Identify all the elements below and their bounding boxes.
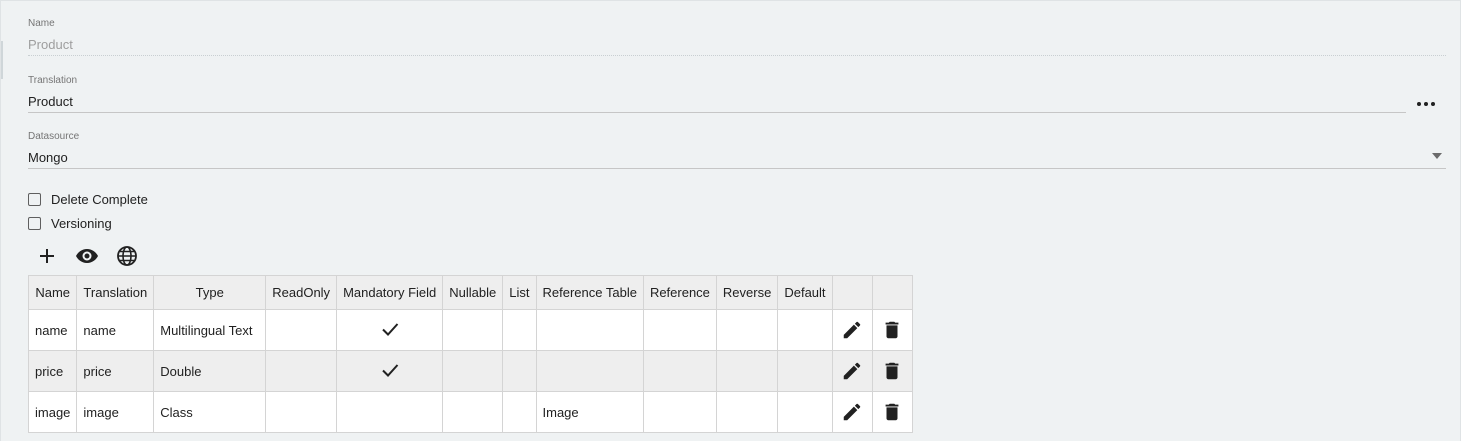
column-header-translation[interactable]: Translation (76, 275, 155, 310)
cell-name: image (27, 391, 78, 433)
versioning-option[interactable]: Versioning (28, 214, 112, 232)
cell-reference (642, 309, 717, 351)
name-field: Name Product (28, 18, 73, 53)
delete-cell (871, 309, 913, 351)
name-field-label: Name (28, 18, 55, 29)
cell-list (502, 391, 537, 433)
datasource-field-underline (28, 168, 1446, 169)
delete-complete-checkbox[interactable] (28, 192, 41, 206)
datasource-field-value[interactable]: Mongo (28, 150, 79, 166)
column-header-default[interactable]: Default (777, 275, 833, 310)
globe-icon (117, 246, 137, 266)
cell-type: Multilingual Text (153, 309, 267, 351)
delete-cell (871, 350, 913, 392)
panel-edge-marker (1, 41, 3, 79)
delete-complete-option[interactable]: Delete Complete (28, 190, 148, 208)
cell-reference-table (535, 350, 644, 392)
translation-field-underline (28, 112, 1406, 113)
table-row[interactable]: name name Multilingual Text (27, 309, 913, 351)
entity-form-panel: Name Product Translation Product Datasou… (0, 0, 1461, 441)
column-header-nullable[interactable]: Nullable (442, 275, 504, 310)
cell-mandatory (336, 350, 444, 392)
datasource-field-label: Datasource (28, 131, 80, 142)
cell-type: Class (153, 391, 267, 433)
versioning-checkbox[interactable] (28, 216, 41, 230)
pencil-icon[interactable] (841, 360, 863, 382)
cell-reference-table (535, 309, 644, 351)
checkmark-icon (381, 322, 398, 336)
cell-list (502, 309, 537, 351)
table-toolbar (35, 244, 139, 268)
cell-reference-table: Image (535, 391, 644, 433)
cell-reference (642, 391, 717, 433)
cell-default (777, 350, 833, 392)
cell-type: Double (153, 350, 267, 392)
cell-translation: price (76, 350, 155, 392)
name-field-value: Product (28, 37, 73, 52)
table-header-row: Name Translation Type ReadOnly Mandatory… (27, 275, 913, 310)
cell-mandatory (336, 309, 444, 351)
table-row[interactable]: image image Class Image (27, 391, 913, 433)
translation-field-value[interactable]: Product (28, 94, 77, 110)
cell-nullable (442, 391, 504, 433)
trash-icon[interactable] (881, 401, 903, 423)
cell-nullable (442, 309, 504, 351)
column-header-edit (831, 275, 873, 310)
delete-cell (871, 391, 913, 433)
delete-complete-label: Delete Complete (51, 191, 148, 207)
column-header-name[interactable]: Name (27, 275, 78, 310)
cell-reverse (715, 391, 779, 433)
cell-default (777, 309, 833, 351)
fields-table: Name Translation Type ReadOnly Mandatory… (27, 275, 913, 433)
cell-reverse (715, 350, 779, 392)
column-header-reverse[interactable]: Reverse (715, 275, 779, 310)
column-header-mandatory[interactable]: Mandatory Field (336, 275, 444, 310)
cell-name: name (27, 309, 78, 351)
cell-name: price (27, 350, 78, 392)
plus-icon (40, 249, 54, 263)
checkmark-icon (381, 363, 398, 377)
name-field-underline (28, 55, 1446, 56)
cell-list (502, 350, 537, 392)
cell-nullable (442, 350, 504, 392)
pencil-icon[interactable] (841, 319, 863, 341)
column-header-readonly[interactable]: ReadOnly (265, 275, 338, 310)
edit-cell (831, 309, 873, 351)
cell-readonly (265, 350, 338, 392)
translation-field[interactable]: Translation Product (28, 75, 77, 110)
column-header-type[interactable]: Type (153, 275, 267, 310)
cell-readonly (265, 309, 338, 351)
cell-translation: image (76, 391, 155, 433)
more-horizontal-icon[interactable] (1414, 99, 1438, 109)
table-row[interactable]: price price Double (27, 350, 913, 392)
column-header-reference-table[interactable]: Reference Table (535, 275, 644, 310)
cell-mandatory (336, 391, 444, 433)
edit-cell (831, 350, 873, 392)
column-header-delete (871, 275, 913, 310)
datasource-select[interactable]: Datasource Mongo (28, 131, 79, 166)
pencil-icon[interactable] (841, 401, 863, 423)
cell-translation: name (76, 309, 155, 351)
dropdown-arrow-icon[interactable] (1430, 151, 1444, 161)
trash-icon[interactable] (881, 360, 903, 382)
column-header-reference[interactable]: Reference (642, 275, 717, 310)
column-header-list[interactable]: List (502, 275, 537, 310)
translations-button[interactable] (115, 244, 139, 268)
add-button[interactable] (35, 244, 59, 268)
trash-icon[interactable] (881, 319, 903, 341)
eye-icon (76, 249, 98, 263)
cell-default (777, 391, 833, 433)
edit-cell (831, 391, 873, 433)
translation-field-label: Translation (28, 75, 78, 86)
cell-reference (642, 350, 717, 392)
cell-reverse (715, 309, 779, 351)
cell-readonly (265, 391, 338, 433)
preview-button[interactable] (75, 244, 99, 268)
versioning-label: Versioning (51, 215, 112, 231)
